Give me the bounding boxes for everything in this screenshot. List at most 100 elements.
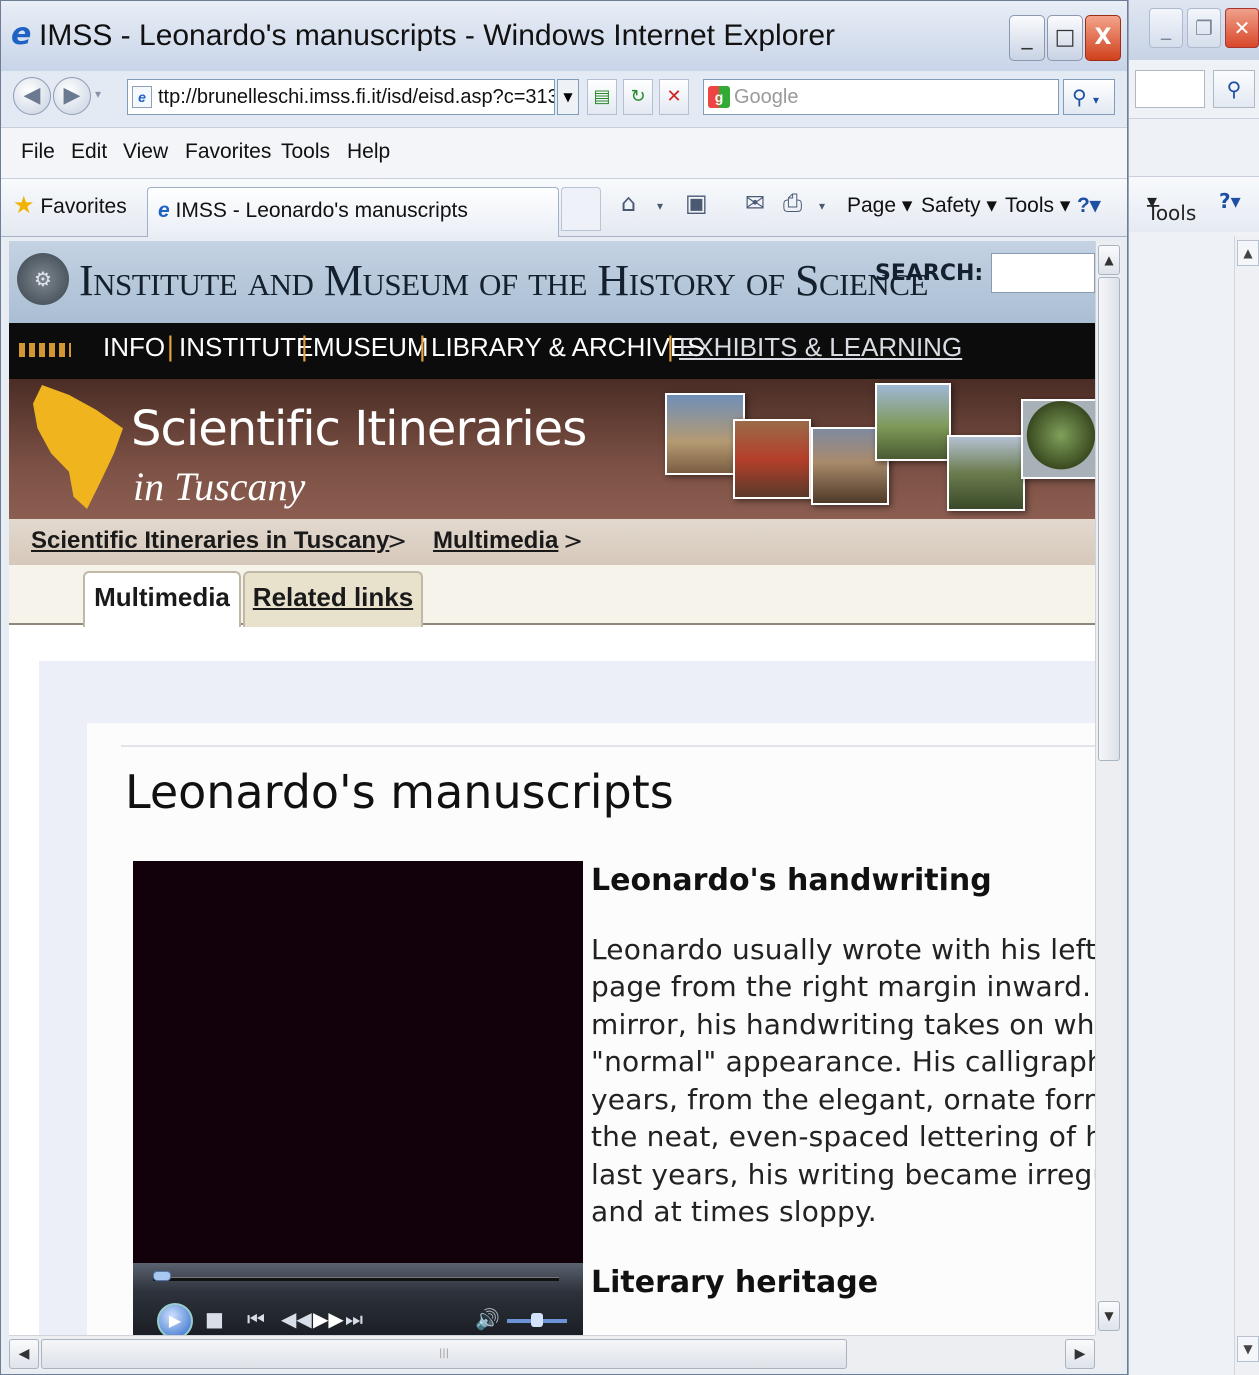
- scroll-down-icon[interactable]: ▼: [1098, 1301, 1120, 1331]
- browser-window: e IMSS - Leonardo's manuscripts - Window…: [0, 0, 1128, 1375]
- institute-logo-icon[interactable]: ⚙: [17, 253, 69, 305]
- section-heading-handwriting: Leonardo's handwriting: [591, 863, 992, 898]
- menu-help[interactable]: Help: [347, 140, 390, 164]
- nav-exhibits-learning[interactable]: EXHIBITS & LEARNING: [679, 332, 962, 363]
- rss-feed-icon[interactable]: ▣: [685, 189, 708, 217]
- paragraph-line: "normal" appearance. His calligraphy cha: [591, 1045, 1095, 1078]
- nav-dots-icon: [19, 343, 71, 357]
- background-commandbar: Tools ▾ ?▾: [1129, 176, 1259, 232]
- menu-edit[interactable]: Edit: [71, 140, 107, 164]
- nav-info[interactable]: INFO: [103, 332, 165, 363]
- compatibility-view-icon[interactable]: ▤: [587, 79, 617, 115]
- background-minimize-button[interactable]: _: [1149, 8, 1183, 48]
- next-icon[interactable]: ⏭: [345, 1307, 363, 1331]
- google-logo-icon: g: [708, 86, 730, 108]
- home-dropdown-icon[interactable]: ▾: [657, 199, 663, 213]
- scroll-corner: [1095, 1335, 1121, 1371]
- scroll-right-icon[interactable]: ▶: [1065, 1339, 1095, 1369]
- tuscany-map-icon: [33, 385, 123, 509]
- refresh-icon[interactable]: ↻: [623, 79, 653, 115]
- print-dropdown-icon[interactable]: ▾: [819, 199, 825, 213]
- favorites-label: Favorites: [40, 195, 127, 218]
- minimize-button[interactable]: _: [1009, 15, 1045, 61]
- horizontal-scroll-thumb[interactable]: |||: [41, 1339, 847, 1369]
- close-button[interactable]: X: [1085, 15, 1121, 61]
- background-search-input[interactable]: [1135, 70, 1205, 108]
- horizontal-scrollbar[interactable]: ◀ ||| ▶: [9, 1335, 1095, 1371]
- scroll-up-icon[interactable]: ▲: [1098, 245, 1120, 275]
- page-viewport: ⚙ Institute and Museum of the History of…: [9, 241, 1095, 1335]
- tools-menu[interactable]: Tools ▾: [1005, 193, 1070, 218]
- background-restore-button[interactable]: ❐: [1187, 8, 1221, 48]
- address-dropdown-icon[interactable]: ▼: [557, 79, 579, 115]
- search-button[interactable]: ⚲ ▾: [1063, 79, 1115, 115]
- home-icon[interactable]: ⌂: [621, 189, 636, 217]
- background-search-icon[interactable]: ⚲: [1213, 70, 1255, 108]
- breadcrumb-separator: >: [563, 527, 584, 555]
- breadcrumb-multimedia[interactable]: Multimedia: [433, 527, 558, 555]
- play-icon[interactable]: ▶: [157, 1303, 193, 1335]
- tab-related-links[interactable]: Related links: [243, 571, 423, 627]
- globe-photo: [1021, 399, 1095, 479]
- background-close-button[interactable]: ✕: [1225, 8, 1259, 48]
- paragraph-line: the neat, even-spaced lettering of his m: [591, 1120, 1095, 1153]
- paragraph-line: mirror, his handwriting takes on wha: [591, 1008, 1095, 1041]
- search-placeholder: Google: [734, 86, 799, 108]
- nav-library-archives[interactable]: LIBRARY & ARCHIVES: [431, 332, 705, 363]
- address-toolbar: ◀ ▶ ▾ e ttp://brunelleschi.imss.fi.it/is…: [1, 71, 1127, 127]
- scroll-left-icon[interactable]: ◀: [9, 1339, 39, 1369]
- new-tab-button[interactable]: [561, 187, 601, 231]
- itineraries-banner: Scientific Itineraries in Tuscany: [9, 379, 1095, 519]
- seek-bar[interactable]: [153, 1277, 559, 1281]
- help-icon[interactable]: ?▾: [1077, 193, 1100, 218]
- ie-logo-icon: e: [11, 17, 32, 52]
- back-arrow-icon[interactable]: ◀: [13, 77, 51, 115]
- history-dropdown-icon[interactable]: ▾: [95, 87, 101, 101]
- address-bar[interactable]: e ttp://brunelleschi.imss.fi.it/isd/eisd…: [127, 79, 555, 115]
- menu-tools[interactable]: Tools: [281, 140, 330, 164]
- ie-tab-icon: e: [158, 199, 170, 222]
- printer-icon[interactable]: ⎙: [783, 189, 802, 217]
- safety-menu[interactable]: Safety ▾: [921, 193, 997, 218]
- background-help-icon[interactable]: ?▾: [1219, 189, 1241, 213]
- menu-view[interactable]: View: [123, 140, 168, 164]
- vertical-scrollbar[interactable]: ▲ ▼: [1095, 241, 1121, 1335]
- nav-separator: |: [666, 332, 675, 362]
- menu-favorites[interactable]: Favorites: [185, 140, 271, 164]
- paragraph-line: and at times sloppy.: [591, 1195, 877, 1228]
- background-scroll-down-icon[interactable]: ▼: [1237, 1336, 1259, 1362]
- nav-museum[interactable]: MUSEUM: [313, 332, 429, 363]
- background-vertical-scrollbar[interactable]: ▲ ▼: [1234, 236, 1259, 1375]
- maximize-button[interactable]: □: [1047, 15, 1083, 61]
- breadcrumb-itineraries[interactable]: Scientific Itineraries in Tuscany: [31, 527, 389, 555]
- nav-institute[interactable]: INSTITUTE: [179, 332, 313, 363]
- volume-icon[interactable]: 🔊: [475, 1307, 500, 1331]
- address-url: ttp://brunelleschi.imss.fi.it/isd/eisd.a…: [158, 86, 555, 108]
- menu-file[interactable]: File: [21, 140, 55, 164]
- page-menu[interactable]: Page ▾: [847, 193, 912, 218]
- rewind-icon[interactable]: ◀◀: [281, 1307, 312, 1331]
- previous-icon[interactable]: ⏮: [247, 1307, 265, 1331]
- forward-arrow-icon[interactable]: ▶: [53, 77, 91, 115]
- paragraph-line: page from the right margin inward. Wher: [591, 970, 1095, 1003]
- fast-forward-icon[interactable]: ▶▶: [313, 1307, 344, 1331]
- mail-icon[interactable]: ✉: [745, 189, 765, 217]
- seek-thumb[interactable]: [153, 1271, 171, 1281]
- stop-player-icon[interactable]: ■: [205, 1307, 224, 1331]
- menu-bar: File Edit View Favorites Tools Help: [1, 127, 1127, 179]
- vertical-scroll-thumb[interactable]: [1098, 277, 1120, 761]
- tab-multimedia[interactable]: Multimedia: [83, 571, 241, 627]
- background-scroll-up-icon[interactable]: ▲: [1237, 240, 1259, 266]
- browser-tab[interactable]: e IMSS - Leonardo's manuscripts: [147, 187, 559, 237]
- landscape-photo: [733, 419, 811, 499]
- title-bar: e IMSS - Leonardo's manuscripts - Window…: [1, 1, 1127, 71]
- search-input[interactable]: g Google: [703, 79, 1059, 115]
- stop-icon[interactable]: ✕: [659, 79, 689, 115]
- favorites-button[interactable]: ★ Favorites: [13, 191, 127, 220]
- article-text: Leonardo's handwriting Leonardo usually …: [591, 847, 1095, 1335]
- site-search-input[interactable]: [991, 253, 1095, 293]
- volume-thumb[interactable]: [531, 1313, 543, 1327]
- site-title[interactable]: Institute and Museum of the History of S…: [79, 255, 928, 306]
- background-tools-menu[interactable]: Tools ▾: [1147, 189, 1196, 225]
- aqueduct-photo: [875, 383, 951, 461]
